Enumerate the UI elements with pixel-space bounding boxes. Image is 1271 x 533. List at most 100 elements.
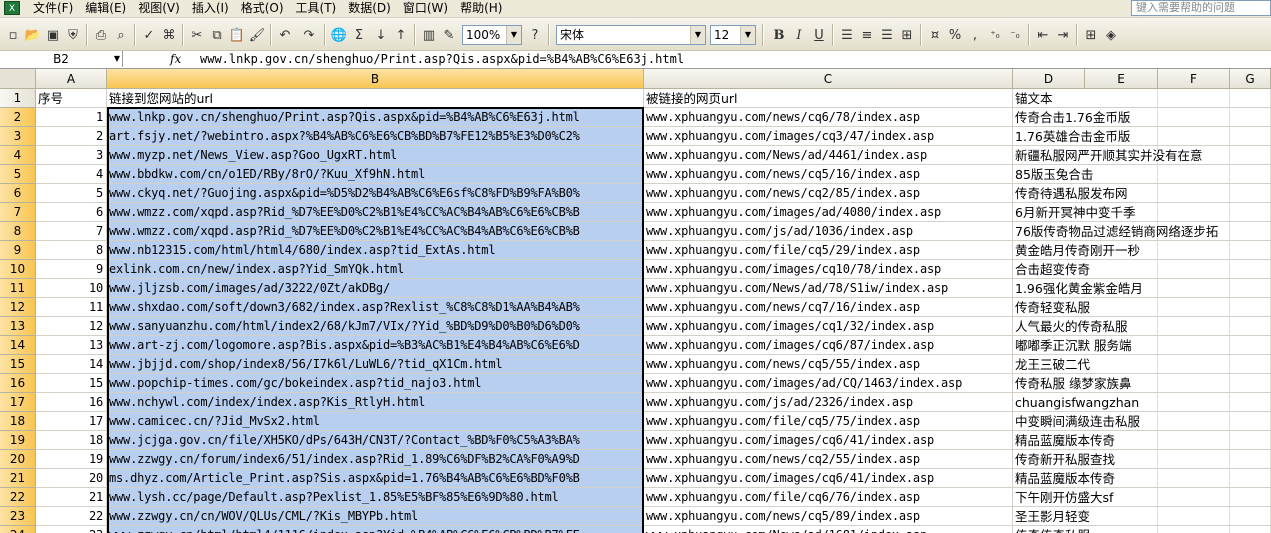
cell-a[interactable]: 3 bbox=[36, 146, 107, 165]
row-header[interactable]: 10 bbox=[0, 260, 36, 279]
cell-c[interactable]: www.xphuangyu.com/news/cq2/85/index.asp bbox=[644, 184, 1013, 203]
cell-a[interactable]: 1 bbox=[36, 108, 107, 127]
cell-c[interactable]: www.xphuangyu.com/News/ad/78/S1iw/index.… bbox=[644, 279, 1013, 298]
cell-b[interactable]: www.wmzz.com/xqpd.asp?Rid_%D7%EE%D0%C2%B… bbox=[107, 203, 644, 222]
cell-c[interactable]: www.xphuangyu.com/images/cq6/41/index.as… bbox=[644, 431, 1013, 450]
cell-d[interactable]: 1.96强化黄金紫金皓月 bbox=[1013, 279, 1271, 298]
cell-a[interactable]: 14 bbox=[36, 355, 107, 374]
cell-d[interactable]: 传奇合击1.76金币版 bbox=[1013, 108, 1271, 127]
cell-d[interactable]: 新疆私服网严开顺其实并没有在意 bbox=[1013, 146, 1271, 165]
formula-input[interactable]: www.lnkp.gov.cn/shenghuo/Print.asp?Qis.a… bbox=[200, 51, 684, 67]
zoom-select[interactable]: 100% ▼ bbox=[462, 25, 522, 45]
cell-b[interactable]: www.camicec.cn/?Jid_MvSx2.html bbox=[107, 412, 644, 431]
cell-b[interactable]: www.nchywl.com/index/index.asp?Kis_RtlyH… bbox=[107, 393, 644, 412]
cell-b[interactable]: www.nb12315.com/html/html4/680/index.asp… bbox=[107, 241, 644, 260]
menu-item[interactable]: 编辑(E) bbox=[79, 0, 132, 17]
row-header[interactable]: 8 bbox=[0, 222, 36, 241]
cell-d[interactable]: 传奇传奇私服 bbox=[1013, 526, 1271, 533]
autosum-icon[interactable]: Σ bbox=[350, 26, 368, 44]
row-header[interactable]: 7 bbox=[0, 203, 36, 222]
column-header-b[interactable]: B bbox=[107, 69, 644, 89]
row-header[interactable]: 2 bbox=[0, 108, 36, 127]
cell-a[interactable]: 11 bbox=[36, 298, 107, 317]
row-header[interactable]: 20 bbox=[0, 450, 36, 469]
cell-b[interactable]: www.zzwgy.cn/forum/index6/51/index.asp?R… bbox=[107, 450, 644, 469]
cell-a[interactable]: 序号 bbox=[36, 89, 107, 108]
chart-wizard-icon[interactable]: ▥ bbox=[420, 26, 438, 44]
cell-d[interactable]: 中变瞬间满级连击私服 bbox=[1013, 412, 1271, 431]
cell-c[interactable]: www.xphuangyu.com/News/ad/4461/index.asp bbox=[644, 146, 1013, 165]
drawing-icon[interactable]: ✎ bbox=[440, 26, 458, 44]
sort-ascending-icon[interactable]: ↓ bbox=[372, 26, 390, 44]
percent-button[interactable]: % bbox=[946, 26, 964, 44]
menu-item[interactable]: 数据(D) bbox=[342, 0, 397, 17]
cell-b[interactable]: www.wmzz.com/xqpd.asp?Rid_%D7%EE%D0%C2%B… bbox=[107, 222, 644, 241]
cell-c[interactable]: www.xphuangyu.com/images/cq10/78/index.a… bbox=[644, 260, 1013, 279]
cell-c[interactable]: www.xphuangyu.com/news/cq7/16/index.asp bbox=[644, 298, 1013, 317]
cell-a[interactable]: 16 bbox=[36, 393, 107, 412]
cell-b[interactable]: www.myzp.net/News_View.asp?Goo_UgxRT.htm… bbox=[107, 146, 644, 165]
permission-icon[interactable]: ⛨ bbox=[64, 26, 82, 44]
cell-b[interactable]: www.zzwgy.cn/cn/WOV/QLUs/CML/?Kis_MBYPb.… bbox=[107, 507, 644, 526]
copy-icon[interactable]: ⧉ bbox=[208, 26, 226, 44]
help-search-input[interactable]: 键入需要帮助的问题 bbox=[1131, 0, 1271, 16]
chevron-down-icon[interactable]: ▼ bbox=[114, 51, 120, 67]
cell-a[interactable]: 22 bbox=[36, 507, 107, 526]
cell-b[interactable]: www.jljzsb.com/images/ad/3222/0Zt/akDBg/ bbox=[107, 279, 644, 298]
excel-app-icon[interactable]: X bbox=[4, 1, 20, 15]
chevron-down-icon[interactable]: ▼ bbox=[740, 26, 755, 44]
cell-b[interactable]: www.lnkp.gov.cn/shenghuo/Print.asp?Qis.a… bbox=[107, 108, 644, 127]
increase-indent-icon[interactable]: ⇥ bbox=[1054, 26, 1072, 44]
cell-c[interactable]: www.xphuangyu.com/images/cq6/41/index.as… bbox=[644, 469, 1013, 488]
format-painter-icon[interactable]: 🖌 bbox=[248, 26, 266, 44]
cell-c[interactable]: www.xphuangyu.com/news/cq5/89/index.asp bbox=[644, 507, 1013, 526]
new-icon[interactable]: ▫ bbox=[4, 26, 22, 44]
row-header[interactable]: 5 bbox=[0, 165, 36, 184]
row-header[interactable]: 21 bbox=[0, 469, 36, 488]
cell-a[interactable]: 7 bbox=[36, 222, 107, 241]
column-header-d[interactable]: D bbox=[1013, 69, 1085, 89]
cell-d[interactable]: 精品蓝魔版本传奇 bbox=[1013, 431, 1271, 450]
cell-d[interactable]: 6月新开冥神中变千季 bbox=[1013, 203, 1271, 222]
row-header[interactable]: 23 bbox=[0, 507, 36, 526]
cell-d[interactable]: 锚文本 bbox=[1013, 89, 1271, 108]
row-header[interactable]: 15 bbox=[0, 355, 36, 374]
cell-d[interactable]: 人气最火的传奇私服 bbox=[1013, 317, 1271, 336]
cell-b[interactable]: www.ckyq.net/?Guojing.aspx&pid=%D5%D2%B4… bbox=[107, 184, 644, 203]
cell-b[interactable]: www.shxdao.com/soft/down3/682/index.asp?… bbox=[107, 298, 644, 317]
cell-a[interactable]: 2 bbox=[36, 127, 107, 146]
cell-c[interactable]: 被链接的网页url bbox=[644, 89, 1013, 108]
cell-c[interactable]: www.xphuangyu.com/js/ad/2326/index.asp bbox=[644, 393, 1013, 412]
row-header[interactable]: 19 bbox=[0, 431, 36, 450]
menu-item[interactable]: 格式(O) bbox=[235, 0, 290, 17]
cell-d[interactable]: 传奇私服 缘梦家族鼻 bbox=[1013, 374, 1271, 393]
cell-b[interactable]: www.bbdkw.com/cn/o1ED/RBy/8rO/?Kuu_Xf9hN… bbox=[107, 165, 644, 184]
redo-icon[interactable]: ↷ bbox=[300, 26, 318, 44]
menu-item[interactable]: 窗口(W) bbox=[397, 0, 454, 17]
bold-button[interactable]: B bbox=[770, 26, 788, 44]
row-header[interactable]: 18 bbox=[0, 412, 36, 431]
align-right-icon[interactable]: ☰ bbox=[878, 26, 896, 44]
font-name-select[interactable]: 宋体 ▼ bbox=[556, 25, 706, 45]
cell-c[interactable]: www.xphuangyu.com/images/cq3/47/index.as… bbox=[644, 127, 1013, 146]
paste-icon[interactable]: 📋 bbox=[228, 26, 246, 44]
cell-d[interactable]: 传奇轻变私服 bbox=[1013, 298, 1271, 317]
cell-d[interactable]: 精品蓝魔版本传奇 bbox=[1013, 469, 1271, 488]
cell-b[interactable]: www.sanyuanzhu.com/html/index2/68/kJm7/V… bbox=[107, 317, 644, 336]
cell-a[interactable]: 5 bbox=[36, 184, 107, 203]
decrease-decimal-icon[interactable]: ⁻₀ bbox=[1006, 26, 1024, 44]
menu-item[interactable]: 文件(F) bbox=[27, 0, 79, 17]
cell-a[interactable]: 4 bbox=[36, 165, 107, 184]
menu-item[interactable]: 插入(I) bbox=[186, 0, 235, 17]
cell-c[interactable]: www.xphuangyu.com/images/ad/CQ/1463/inde… bbox=[644, 374, 1013, 393]
cell-d[interactable]: 76版传奇物品过滤经销商网络逐步拓 bbox=[1013, 222, 1271, 241]
row-header[interactable]: 14 bbox=[0, 336, 36, 355]
cell-a[interactable]: 17 bbox=[36, 412, 107, 431]
open-icon[interactable]: 📂 bbox=[24, 26, 42, 44]
cell-b[interactable]: www.zzwgy.cn/html/html4/1116/index.asp?Y… bbox=[107, 526, 644, 533]
cell-b[interactable]: www.jcjga.gov.cn/file/XH5KO/dPs/643H/CN3… bbox=[107, 431, 644, 450]
merge-center-icon[interactable]: ⊞ bbox=[898, 26, 916, 44]
borders-icon[interactable]: ⊞ bbox=[1082, 26, 1100, 44]
row-header[interactable]: 16 bbox=[0, 374, 36, 393]
help-icon[interactable]: ? bbox=[526, 26, 544, 44]
